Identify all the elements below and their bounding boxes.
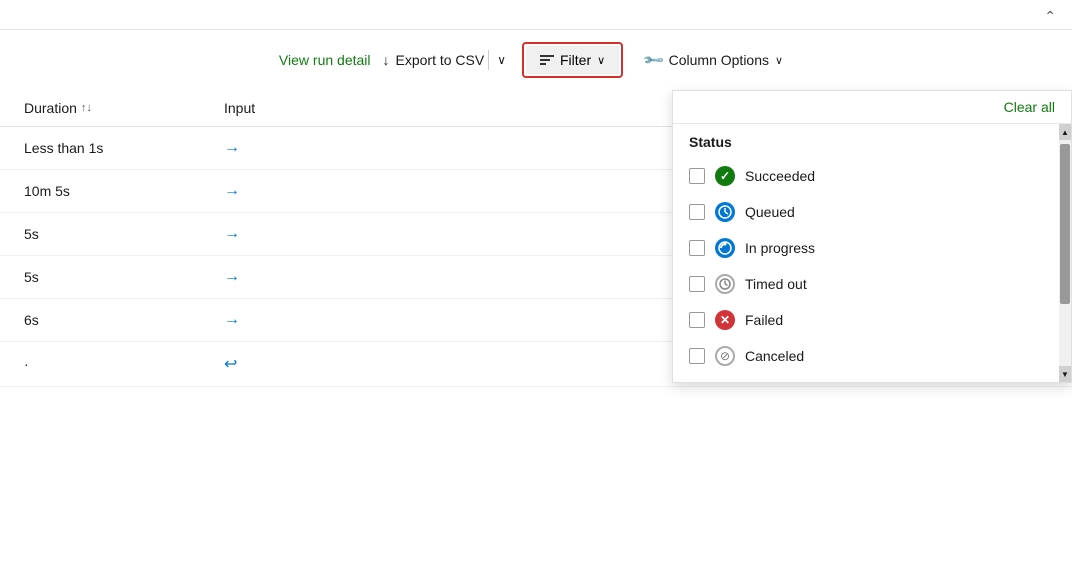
collapse-icon[interactable]: ⌃ bbox=[1044, 8, 1056, 25]
cancel-circle-icon: ⊘ bbox=[720, 349, 730, 363]
duration-column-header[interactable]: Duration ↑↓ bbox=[24, 100, 184, 116]
x-icon: ✕ bbox=[720, 313, 730, 327]
cell-duration: 5s bbox=[24, 226, 184, 242]
sort-icon: ↑↓ bbox=[81, 102, 92, 114]
filter-item-canceled[interactable]: ⊘ Canceled bbox=[673, 338, 1071, 374]
timed-out-icon bbox=[715, 274, 735, 294]
status-section-header: Status bbox=[673, 124, 1071, 150]
cell-input[interactable]: → bbox=[224, 139, 384, 157]
check-icon: ✓ bbox=[720, 169, 730, 183]
cell-duration: · bbox=[24, 356, 184, 372]
timed-out-label: Timed out bbox=[745, 276, 807, 292]
input-column-header[interactable]: Input bbox=[224, 100, 384, 116]
scroll-thumb[interactable] bbox=[1060, 144, 1070, 304]
checkbox-failed[interactable] bbox=[689, 312, 705, 328]
filter-item-queued[interactable]: Queued bbox=[673, 194, 1071, 230]
cell-input[interactable]: → bbox=[224, 225, 384, 243]
dropdown-content: Status ✓ Succeeded bbox=[673, 124, 1071, 382]
export-to-csv-button[interactable]: ↓ Export to CSV bbox=[383, 52, 485, 68]
checkbox-in-progress[interactable] bbox=[689, 240, 705, 256]
cell-duration: 10m 5s bbox=[24, 183, 184, 199]
canceled-icon: ⊘ bbox=[715, 346, 735, 366]
status-filter-list: Status ✓ Succeeded bbox=[673, 124, 1071, 382]
wrench-icon: 🔧 bbox=[642, 48, 666, 72]
column-options-chevron-icon: ∨ bbox=[775, 54, 783, 67]
cell-duration: Less than 1s bbox=[24, 140, 184, 156]
failed-label: Failed bbox=[745, 312, 783, 328]
failed-icon: ✕ bbox=[715, 310, 735, 330]
column-options-label: Column Options bbox=[669, 52, 769, 68]
canceled-label: Canceled bbox=[745, 348, 804, 364]
in-progress-svg bbox=[718, 241, 732, 255]
status-label: Status bbox=[689, 134, 1055, 150]
main-content: Duration ↑↓ Input Less than 1s → 10m 5s … bbox=[0, 90, 1072, 387]
checkbox-canceled[interactable] bbox=[689, 348, 705, 364]
clear-all-row: Clear all bbox=[673, 91, 1071, 124]
top-bar: ⌃ bbox=[0, 0, 1072, 30]
filter-button-wrapper: Filter ∨ bbox=[522, 42, 623, 78]
filter-item-failed[interactable]: ✕ Failed bbox=[673, 302, 1071, 338]
clear-all-button[interactable]: Clear all bbox=[1004, 99, 1055, 115]
checkbox-timed-out[interactable] bbox=[689, 276, 705, 292]
filter-label: Filter bbox=[560, 52, 591, 68]
filter-chevron-icon: ∨ bbox=[597, 54, 605, 67]
download-icon: ↓ bbox=[383, 52, 390, 68]
cell-duration: 5s bbox=[24, 269, 184, 285]
cell-input[interactable]: ↩ bbox=[224, 354, 384, 374]
export-dropdown-button[interactable]: ∨ bbox=[493, 53, 510, 67]
filter-lines-icon bbox=[540, 55, 554, 65]
in-progress-label: In progress bbox=[745, 240, 815, 256]
input-header-label: Input bbox=[224, 100, 255, 116]
filter-item-timed-out[interactable]: Timed out bbox=[673, 266, 1071, 302]
queued-icon bbox=[715, 202, 735, 222]
duration-header-label: Duration bbox=[24, 100, 77, 116]
filter-item-in-progress[interactable]: In progress bbox=[673, 230, 1071, 266]
succeeded-icon: ✓ bbox=[715, 166, 735, 186]
scroll-down-button[interactable]: ▼ bbox=[1059, 366, 1071, 382]
queued-label: Queued bbox=[745, 204, 795, 220]
queued-clock-svg bbox=[718, 205, 732, 219]
succeeded-label: Succeeded bbox=[745, 168, 815, 184]
scroll-up-button[interactable]: ▲ bbox=[1059, 124, 1071, 140]
timed-out-clock-svg bbox=[719, 278, 731, 290]
scrollbar-track: ▲ ▼ bbox=[1059, 124, 1071, 382]
cell-duration: 6s bbox=[24, 312, 184, 328]
filter-dropdown-panel: Clear all Status ✓ Succeeded bbox=[672, 90, 1072, 383]
filter-button[interactable]: Filter ∨ bbox=[526, 46, 619, 74]
checkbox-queued[interactable] bbox=[689, 204, 705, 220]
export-label: Export to CSV bbox=[396, 52, 485, 68]
cell-input[interactable]: → bbox=[224, 182, 384, 200]
column-options-button[interactable]: 🔧 Column Options ∨ bbox=[635, 46, 793, 75]
toolbar: View run detail ↓ Export to CSV ∨ Filter… bbox=[0, 30, 1072, 90]
cell-input[interactable]: → bbox=[224, 268, 384, 286]
in-progress-icon bbox=[715, 238, 735, 258]
view-run-detail-link[interactable]: View run detail bbox=[279, 52, 371, 68]
checkbox-succeeded[interactable] bbox=[689, 168, 705, 184]
cell-input[interactable]: → bbox=[224, 311, 384, 329]
filter-item-succeeded[interactable]: ✓ Succeeded bbox=[673, 158, 1071, 194]
